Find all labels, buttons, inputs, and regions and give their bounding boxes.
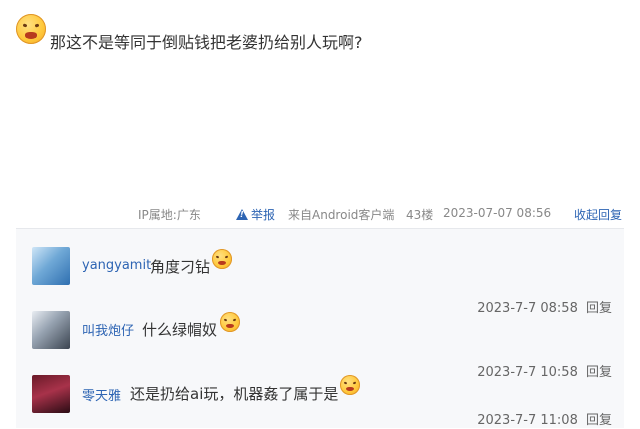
- collapse-reply-button[interactable]: 收起回复: [574, 206, 622, 223]
- client-source: 来自Android客户端: [288, 208, 395, 222]
- reply-item: yangyamit 角度刁钻 2023-7-7 08:58 回复: [16, 247, 624, 316]
- post-meta-bar: IP属地:广东 举报 来自Android客户端 43楼 2023-07-07 0…: [0, 198, 640, 228]
- floor-number: 43楼: [406, 208, 434, 222]
- reply-time: 2023-7-7 11:08: [477, 413, 578, 428]
- reply-text: 还是扔给ai玩，机器姦了属于是: [130, 385, 339, 403]
- reply-username[interactable]: 叫我炮仔: [82, 320, 134, 339]
- report-link[interactable]: 举报: [236, 206, 275, 223]
- reply-text: 什么绿帽奴: [142, 321, 218, 339]
- angry-emoji-icon: [220, 312, 240, 332]
- avatar[interactable]: [32, 311, 70, 349]
- reply-text: 角度刁钻: [150, 258, 211, 276]
- reply-username[interactable]: 零天雅: [82, 385, 121, 404]
- ip-location: IP属地:广东: [138, 208, 201, 222]
- reply-username[interactable]: yangyamit: [82, 258, 151, 273]
- smirk-emoji-icon: [212, 249, 232, 269]
- report-label: 举报: [251, 208, 276, 222]
- grinning-emoji-icon: [16, 14, 46, 44]
- post-time: 2023-07-07 08:56: [443, 206, 552, 220]
- reply-item: 叫我炮仔 什么绿帽奴 2023-7-7 10:58 回复: [16, 311, 624, 380]
- avatar[interactable]: [32, 247, 70, 285]
- reply-meta: 2023-7-7 11:08 回复: [477, 409, 612, 428]
- reply-button[interactable]: 回复: [586, 413, 612, 428]
- reply-panel: yangyamit 角度刁钻 2023-7-7 08:58 回复 叫我炮仔 什么…: [16, 228, 624, 428]
- post-text: 那这不是等同于倒贴钱把老婆扔给别人玩啊?: [50, 33, 363, 52]
- reply-item: 零天雅 还是扔给ai玩，机器姦了属于是 2023-7-7 11:08 回复: [16, 375, 624, 429]
- grin-emoji-icon: [340, 375, 360, 395]
- warning-icon: [236, 209, 248, 220]
- avatar[interactable]: [32, 375, 70, 413]
